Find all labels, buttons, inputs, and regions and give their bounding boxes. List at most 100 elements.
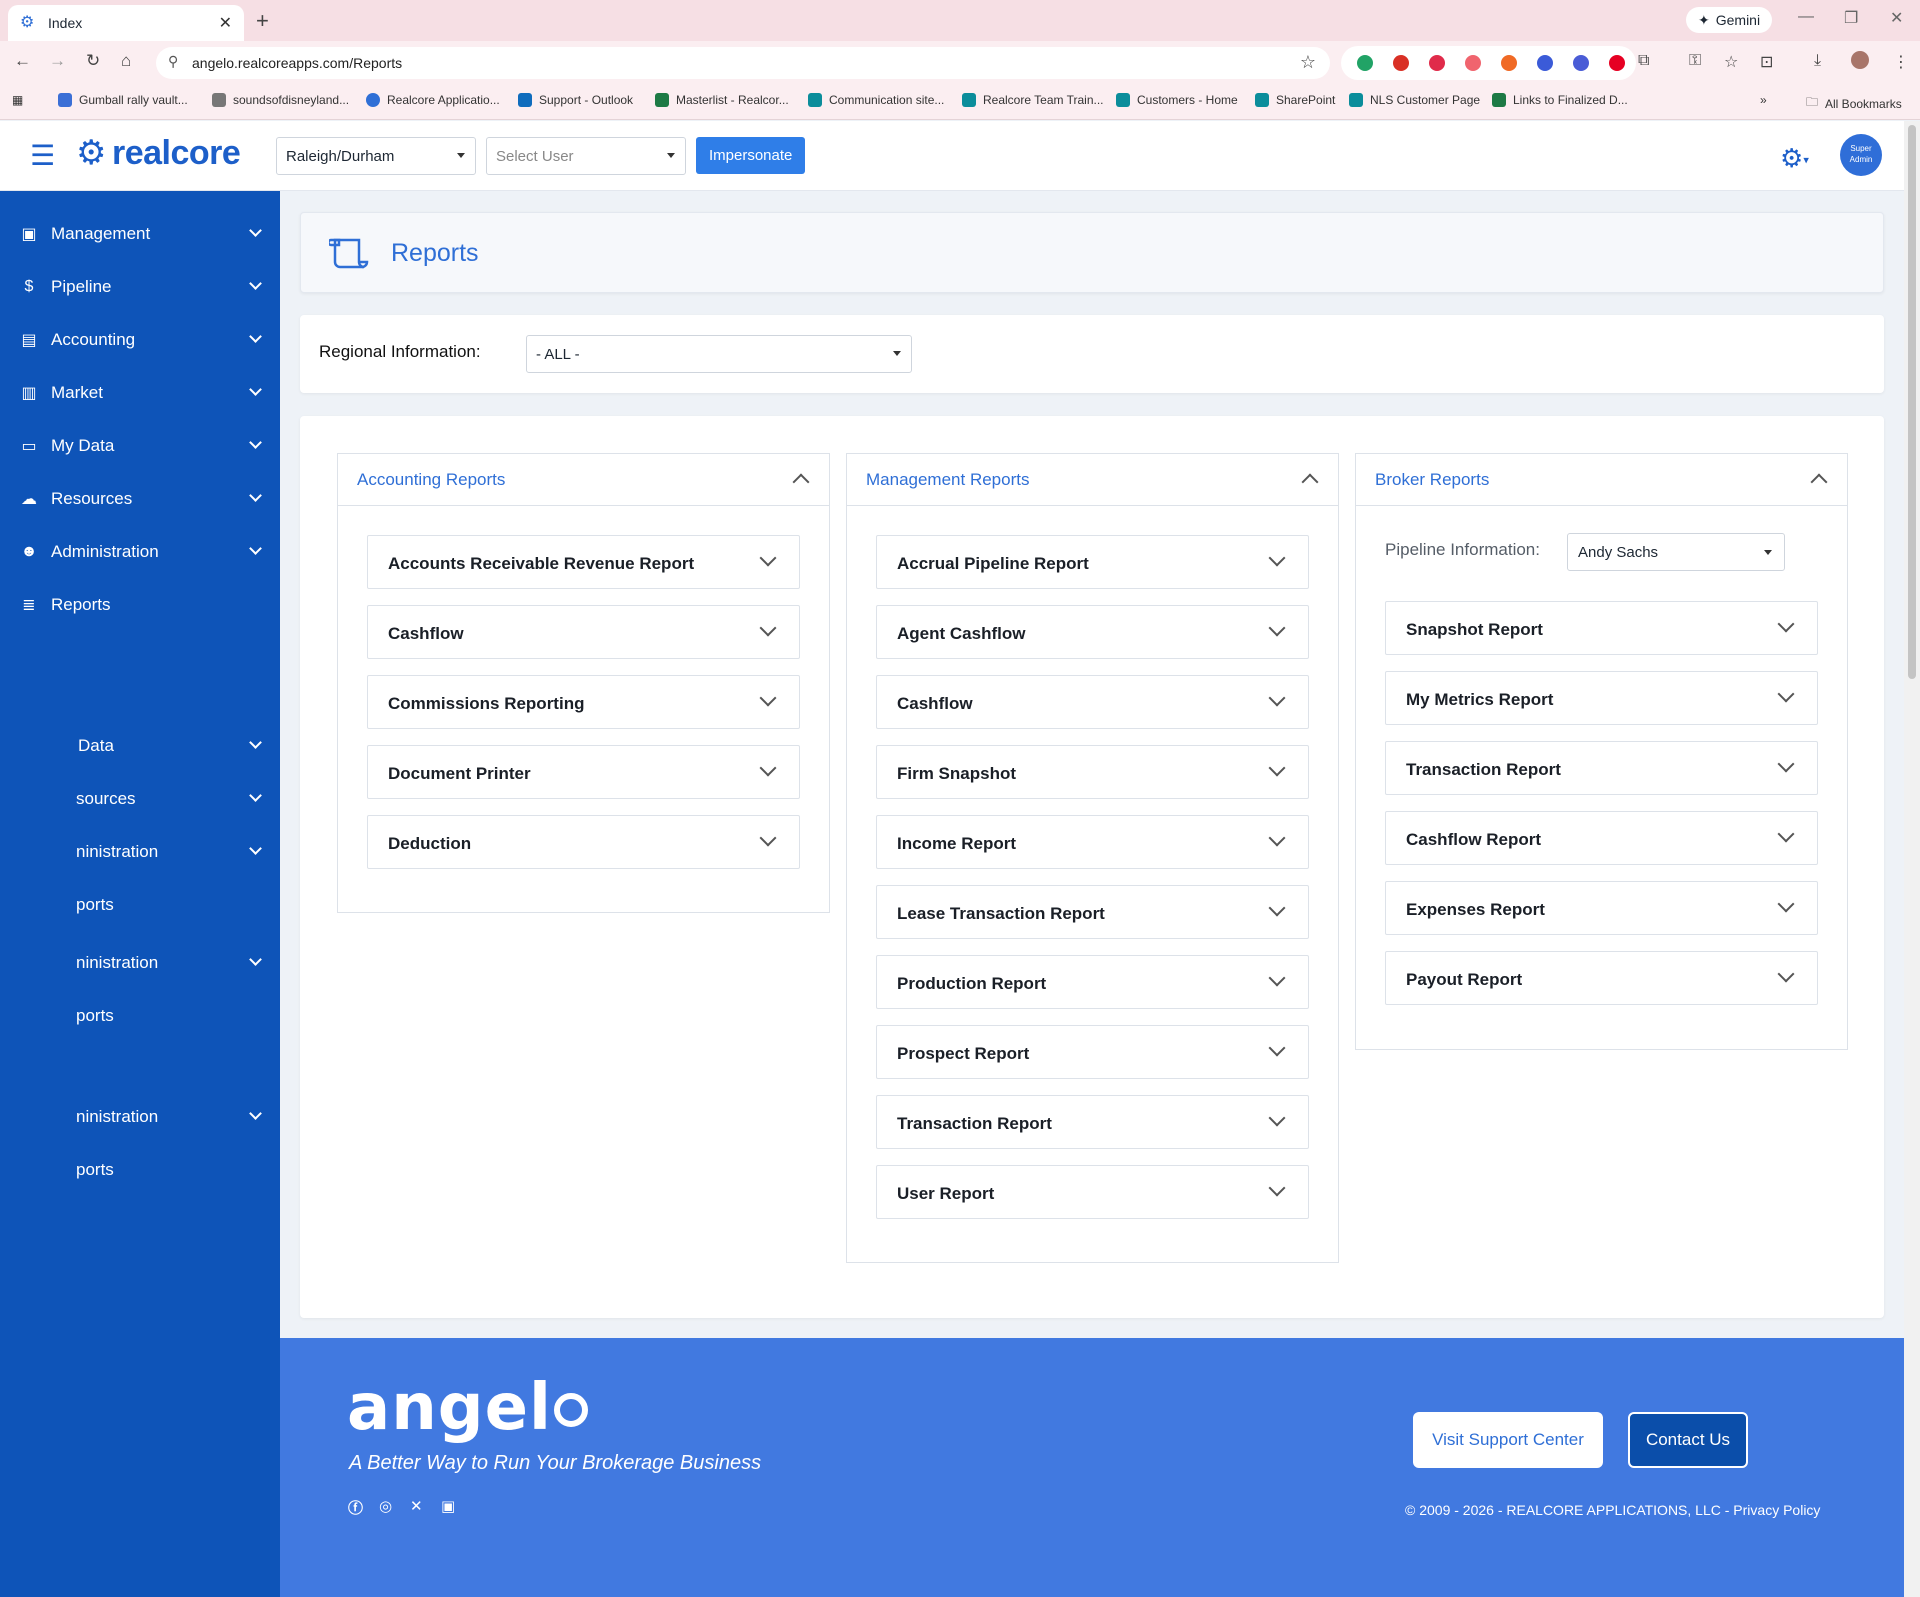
browser-tab[interactable]: ⚙ Index ✕ xyxy=(8,5,244,41)
sidebar-item-resources[interactable]: ☁ Resources xyxy=(0,479,280,519)
sidebar-item-reports[interactable]: ≣ Reports xyxy=(0,585,280,625)
site-info-icon[interactable]: ⚲ xyxy=(168,53,178,70)
sidebar-ghost-item: Data xyxy=(0,726,280,766)
report-accordion-item[interactable]: Transaction Report xyxy=(876,1095,1309,1149)
accounting-reports-header[interactable]: Accounting Reports xyxy=(338,454,829,506)
copyright-text: © 2009 - 2026 - REALCORE APPLICATIONS, L… xyxy=(1405,1502,1821,1518)
sidebar-item-my-data[interactable]: ▭ My Data xyxy=(0,426,280,466)
report-accordion-item[interactable]: Deduction xyxy=(367,815,800,869)
report-accordion-item[interactable]: Cashflow Report xyxy=(1385,811,1818,865)
forward-icon[interactable]: → xyxy=(49,51,66,71)
bookmark-item[interactable]: Realcore Applicatio... xyxy=(366,93,500,107)
back-icon[interactable]: ← xyxy=(14,51,31,71)
privacy-extension-icon[interactable] xyxy=(1573,55,1589,71)
bookmark-item[interactable]: Customers - Home xyxy=(1116,93,1238,107)
bookmark-item[interactable]: Support - Outlook xyxy=(518,93,633,107)
instagram-icon[interactable]: ◎ xyxy=(379,1497,395,1515)
report-accordion-item[interactable]: Firm Snapshot xyxy=(876,745,1309,799)
chevron-up-icon[interactable] xyxy=(1301,473,1319,491)
bookmark-item[interactable]: Gumball rally vault... xyxy=(58,93,188,107)
sidebar-ghost-item: ports xyxy=(76,1006,114,1025)
menu-kebab-icon[interactable]: ⋮ xyxy=(1893,52,1909,72)
report-accordion-item[interactable]: Accounts Receivable Revenue Report xyxy=(367,535,800,589)
grammarly-extension-icon[interactable] xyxy=(1357,55,1373,71)
report-accordion-item[interactable]: Production Report xyxy=(876,955,1309,1009)
pinterest-extension-icon[interactable] xyxy=(1609,55,1625,71)
chevron-up-icon[interactable] xyxy=(792,473,810,491)
x-twitter-icon[interactable]: ✕ xyxy=(410,1497,426,1515)
report-accordion-item[interactable]: Commissions Reporting xyxy=(367,675,800,729)
sidebar-item-accounting[interactable]: ▤ Accounting xyxy=(0,320,280,360)
more-bookmarks-icon[interactable]: » xyxy=(1760,93,1767,107)
user-avatar[interactable]: Super Admin xyxy=(1840,134,1882,176)
report-accordion-item[interactable]: My Metrics Report xyxy=(1385,671,1818,725)
sidebar-item-market[interactable]: ▥ Market xyxy=(0,373,280,413)
report-accordion-item[interactable]: Accrual Pipeline Report xyxy=(876,535,1309,589)
bookmark-item[interactable]: soundsofdisneyland... xyxy=(212,93,349,107)
report-accordion-item[interactable]: Prospect Report xyxy=(876,1025,1309,1079)
settings-gear-icon[interactable]: ⚙▾ xyxy=(1780,143,1809,174)
minimize-icon[interactable]: — xyxy=(1798,8,1814,26)
bookmark-item[interactable]: Realcore Team Train... xyxy=(962,93,1104,107)
clipper-extension-icon[interactable] xyxy=(1501,55,1517,71)
report-accordion-item[interactable]: Lease Transaction Report xyxy=(876,885,1309,939)
report-accordion-item[interactable]: Expenses Report xyxy=(1385,881,1818,935)
hamburger-menu-icon[interactable]: ☰ xyxy=(30,142,55,170)
tab-search-icon[interactable]: ⊡ xyxy=(1760,52,1773,72)
bookmark-item[interactable]: NLS Customer Page xyxy=(1349,93,1480,107)
close-window-icon[interactable]: ✕ xyxy=(1890,8,1903,28)
screenshot-extension-icon[interactable] xyxy=(1537,55,1553,71)
broker-reports-header[interactable]: Broker Reports xyxy=(1356,454,1847,506)
download-icon[interactable]: ⤓ xyxy=(1814,52,1821,70)
sidebar-item-pipeline[interactable]: $ Pipeline xyxy=(0,267,280,307)
home-icon[interactable]: ⌂ xyxy=(121,51,131,71)
bookmark-item[interactable]: Links to Finalized D... xyxy=(1492,93,1628,107)
todoist-extension-icon[interactable] xyxy=(1429,55,1445,71)
sharepoint-icon xyxy=(1349,93,1363,107)
bookmark-star-icon[interactable]: ☆ xyxy=(1300,52,1316,73)
sidebar-item-administration[interactable]: ☻ Administration xyxy=(0,532,280,572)
all-bookmarks[interactable]: 🗀 All Bookmarks xyxy=(1806,93,1902,114)
management-reports-header[interactable]: Management Reports xyxy=(847,454,1338,506)
contact-us-button[interactable]: Contact Us xyxy=(1628,1412,1748,1468)
report-accordion-item[interactable]: Cashflow xyxy=(367,605,800,659)
reload-icon[interactable]: ↻ xyxy=(86,51,100,71)
facebook-icon[interactable]: ⓕ xyxy=(348,1497,364,1517)
realcore-logo[interactable]: ⚙ realcore xyxy=(76,133,241,173)
scrollbar-thumb[interactable] xyxy=(1908,125,1916,679)
chevron-up-icon[interactable] xyxy=(1810,473,1828,491)
report-accordion-item[interactable]: Snapshot Report xyxy=(1385,601,1818,655)
region-select[interactable]: Raleigh/Durham xyxy=(276,137,476,175)
report-accordion-item[interactable]: Document Printer xyxy=(367,745,800,799)
bookmark-item[interactable]: SharePoint xyxy=(1255,93,1335,107)
extensions-puzzle-icon[interactable]: ⧉ xyxy=(1638,52,1649,70)
report-accordion-item[interactable]: Income Report xyxy=(876,815,1309,869)
close-tab-icon[interactable]: ✕ xyxy=(219,13,232,33)
gmail-extension-icon[interactable] xyxy=(1393,55,1409,71)
profile-avatar-icon[interactable] xyxy=(1851,51,1869,69)
report-accordion-item[interactable]: User Report xyxy=(876,1165,1309,1219)
restore-icon[interactable]: ❐ xyxy=(1844,8,1858,28)
linkedin-icon[interactable]: ▣ xyxy=(441,1497,457,1515)
pipeline-information-select[interactable]: Andy Sachs xyxy=(1567,533,1785,571)
report-accordion-item[interactable]: Agent Cashflow xyxy=(876,605,1309,659)
regional-information-select[interactable]: - ALL - xyxy=(526,335,912,373)
apps-grid-icon[interactable]: ▦ xyxy=(12,93,23,107)
sidebar-item-management[interactable]: ▣ Management xyxy=(0,214,280,254)
report-accordion-item[interactable]: Payout Report xyxy=(1385,951,1818,1005)
select-user-dropdown[interactable]: Select User xyxy=(486,137,686,175)
report-accordion-item[interactable]: Transaction Report xyxy=(1385,741,1818,795)
bookmark-item[interactable]: Communication site... xyxy=(808,93,944,107)
asana-extension-icon[interactable] xyxy=(1465,55,1481,71)
visit-support-center-button[interactable]: Visit Support Center xyxy=(1413,1412,1603,1468)
address-bar[interactable]: ⚲ angelo.realcoreapps.com/Reports ☆ xyxy=(156,47,1330,79)
gemini-button[interactable]: ✦ Gemini xyxy=(1686,7,1773,33)
report-accordion-item[interactable]: Cashflow xyxy=(876,675,1309,729)
password-key-icon[interactable]: ⚿ xyxy=(1689,52,1701,70)
impersonate-button[interactable]: Impersonate xyxy=(696,137,806,174)
page-scrollbar[interactable] xyxy=(1904,121,1920,1597)
new-tab-icon[interactable]: + xyxy=(256,8,269,34)
bookmark-item[interactable]: Masterlist - Realcor... xyxy=(655,93,789,107)
sidebar: ▣ Management $ Pipeline ▤ Accounting ▥ M… xyxy=(0,191,280,1597)
reading-list-star-icon[interactable]: ☆ xyxy=(1724,52,1738,72)
